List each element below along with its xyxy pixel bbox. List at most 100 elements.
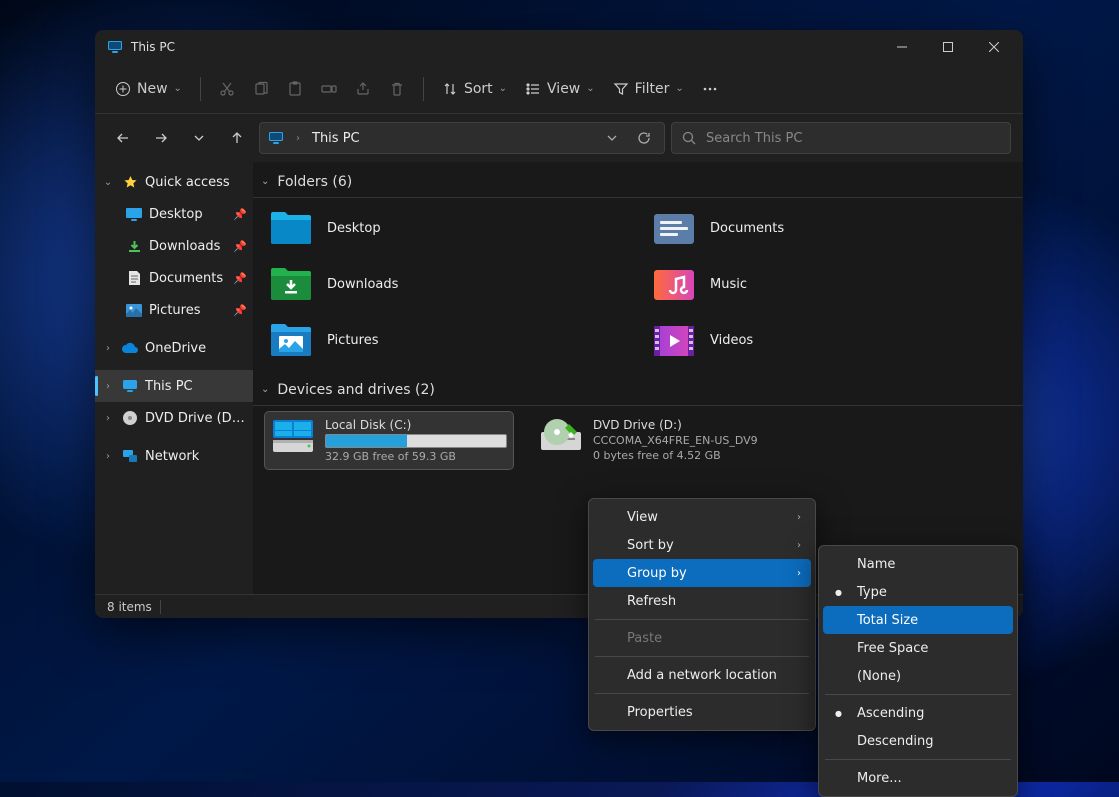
ctx-group-free-space[interactable]: Free Space	[823, 634, 1013, 662]
disc-icon	[121, 409, 139, 427]
drive-d[interactable]: DVD Drive (D:) CCCOMA_X64FRE_EN-US_DV9 0…	[533, 412, 781, 469]
radio-bullet-icon: ●	[835, 588, 842, 597]
close-button[interactable]	[971, 30, 1017, 64]
maximize-button[interactable]	[925, 30, 971, 64]
context-menu: View› Sort by› Group by› Refresh Paste A…	[588, 498, 816, 731]
search-input[interactable]: Search This PC	[671, 122, 1011, 154]
ctx-group-desc[interactable]: Descending	[823, 727, 1013, 755]
chevron-down-icon: ⌄	[586, 83, 594, 94]
chevron-right-icon[interactable]: ›	[101, 343, 115, 354]
sidebar-network[interactable]: ›Network	[95, 440, 253, 472]
share-button[interactable]	[347, 71, 379, 107]
refresh-button[interactable]	[632, 126, 656, 150]
downloads-folder-icon	[269, 266, 313, 302]
drive-label: CCCOMA_X64FRE_EN-US_DV9	[593, 434, 775, 447]
breadcrumb[interactable]: This PC	[312, 131, 360, 146]
cut-button[interactable]	[211, 71, 243, 107]
navigation-pane: ⌄Quick access Desktop📌 Downloads📌 Docume…	[95, 162, 253, 594]
ctx-sort-by[interactable]: Sort by›	[593, 531, 811, 559]
ctx-group-none[interactable]: (None)	[823, 662, 1013, 690]
desktop-folder-icon	[269, 210, 313, 246]
sidebar-dvd-drive[interactable]: ›DVD Drive (D:) CCCOMA_X64FRE_EN-US_DV9	[95, 402, 253, 434]
ctx-paste: Paste	[593, 624, 811, 652]
paste-button[interactable]	[279, 71, 311, 107]
ctx-group-more[interactable]: More...	[823, 764, 1013, 792]
copy-icon	[253, 81, 269, 97]
monitor-icon	[121, 377, 139, 395]
documents-folder-icon	[652, 210, 696, 246]
title-bar[interactable]: This PC	[95, 30, 1023, 64]
ctx-add-network[interactable]: Add a network location	[593, 661, 811, 689]
chevron-right-icon: ›	[797, 568, 801, 579]
forward-button[interactable]	[145, 122, 177, 154]
rename-button[interactable]	[313, 71, 345, 107]
ctx-group-type[interactable]: ●Type	[823, 578, 1013, 606]
sidebar-desktop[interactable]: Desktop📌	[95, 198, 253, 230]
address-box[interactable]: › This PC	[259, 122, 665, 154]
back-button[interactable]	[107, 122, 139, 154]
ctx-group-total-size[interactable]: Total Size	[823, 606, 1013, 634]
ctx-view[interactable]: View›	[593, 503, 811, 531]
desktop-icon	[125, 205, 143, 223]
folder-desktop[interactable]: Desktop	[265, 206, 628, 250]
sidebar-this-pc[interactable]: ›This PC	[95, 370, 253, 402]
sidebar-downloads[interactable]: Downloads📌	[95, 230, 253, 262]
paste-icon	[287, 81, 303, 97]
drive-name: DVD Drive (D:)	[593, 418, 775, 432]
chevron-right-icon: ›	[797, 540, 801, 551]
group-folders[interactable]: ⌄Folders (6)	[253, 166, 1023, 198]
rename-icon	[321, 81, 337, 97]
drive-usage-fill	[326, 435, 407, 447]
chevron-down-icon[interactable]: ⌄	[101, 177, 115, 188]
disk-icon	[271, 418, 315, 454]
window-title: This PC	[131, 40, 879, 54]
copy-button[interactable]	[245, 71, 277, 107]
document-icon	[125, 269, 143, 287]
ctx-refresh[interactable]: Refresh	[593, 587, 811, 615]
chevron-right-icon[interactable]: ›	[101, 413, 115, 424]
chevron-down-icon: ⌄	[499, 83, 507, 94]
drive-c[interactable]: Local Disk (C:) 32.9 GB free of 59.3 GB	[265, 412, 513, 469]
chevron-down-icon: ⌄	[174, 83, 182, 94]
chevron-right-icon[interactable]: ›	[101, 381, 115, 392]
group-drives[interactable]: ⌄Devices and drives (2)	[253, 374, 1023, 406]
folder-documents[interactable]: Documents	[648, 206, 1011, 250]
ctx-group-by[interactable]: Group by›	[593, 559, 811, 587]
folder-pictures[interactable]: Pictures	[265, 318, 628, 362]
chevron-right-icon: ›	[797, 512, 801, 523]
sidebar-documents[interactable]: Documents📌	[95, 262, 253, 294]
chevron-down-icon: ⌄	[261, 384, 269, 395]
picture-icon	[125, 301, 143, 319]
filter-button[interactable]: Filter⌄	[605, 71, 692, 107]
sidebar-pictures[interactable]: Pictures📌	[95, 294, 253, 326]
sort-button[interactable]: Sort⌄	[434, 71, 515, 107]
view-button[interactable]: View⌄	[517, 71, 603, 107]
cloud-icon	[121, 339, 139, 357]
new-button[interactable]: New ⌄	[107, 71, 190, 107]
share-icon	[355, 81, 371, 97]
sidebar-onedrive[interactable]: ›OneDrive	[95, 332, 253, 364]
cut-icon	[219, 81, 235, 97]
recent-button[interactable]	[183, 122, 215, 154]
more-button[interactable]	[694, 71, 726, 107]
status-item-count: 8 items	[107, 600, 152, 614]
up-button[interactable]	[221, 122, 253, 154]
toolbar: New ⌄ Sort⌄ View⌄ Filter⌄	[95, 64, 1023, 114]
search-icon	[682, 131, 696, 145]
ctx-properties[interactable]: Properties	[593, 698, 811, 726]
ctx-group-asc[interactable]: ●Ascending	[823, 699, 1013, 727]
folder-music[interactable]: Music	[648, 262, 1011, 306]
delete-button[interactable]	[381, 71, 413, 107]
folder-downloads[interactable]: Downloads	[265, 262, 628, 306]
chevron-right-icon[interactable]: ›	[101, 451, 115, 462]
sidebar-quick-access[interactable]: ⌄Quick access	[95, 166, 253, 198]
monitor-icon	[268, 131, 284, 145]
ctx-group-name[interactable]: Name	[823, 550, 1013, 578]
minimize-button[interactable]	[879, 30, 925, 64]
folder-videos[interactable]: Videos	[648, 318, 1011, 362]
history-dropdown[interactable]	[600, 126, 624, 150]
monitor-icon	[107, 39, 123, 55]
pin-icon: 📌	[233, 272, 247, 285]
chevron-down-icon: ⌄	[675, 83, 683, 94]
pin-icon: 📌	[233, 304, 247, 317]
